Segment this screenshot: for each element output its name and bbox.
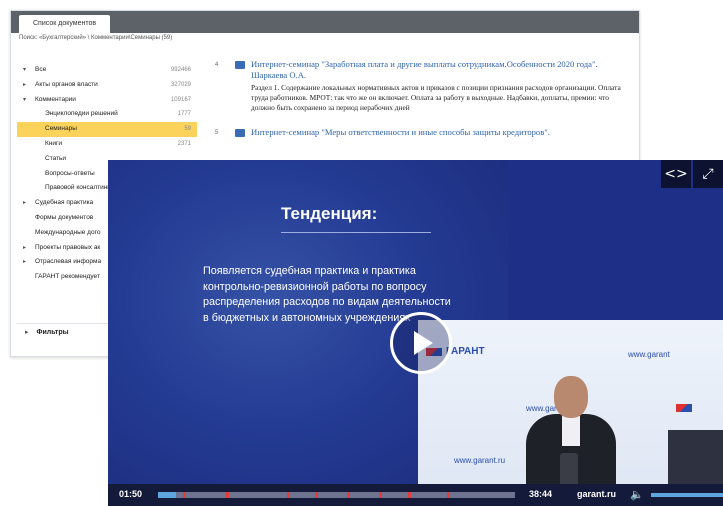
breadcrumb: Поиск: «Бухгалтерский» \ Комментарии\Сем… [19,35,173,41]
tree-item-label: ГАРАНТ рекомендует [35,273,100,281]
garant-logo-icon [676,404,692,412]
speaker-icon[interactable]: 🔈 [630,488,644,501]
tree-item-label: Акты органов власти [35,80,98,88]
code-icon[interactable]: <> [661,160,691,188]
expand-icon[interactable]: ⤢ [693,160,723,188]
player-top-controls: <> ⤢ [659,160,723,188]
chevron-right-icon: ▸ [23,244,27,251]
tree-item-label: Все [35,66,47,73]
chapter-marker[interactable] [347,492,351,498]
tree-item-count: 327029 [170,81,191,88]
tree-item-label: Статьи [45,154,67,162]
video-player[interactable]: Тенденция: Появляется судебная практика … [108,160,723,506]
result-title-link[interactable]: Интернет-семинар "Заработная плата и дру… [251,59,632,81]
tree-item[interactable]: ▾ Комментарии 109167 [17,93,197,108]
chapter-marker[interactable] [315,492,319,498]
chapter-marker[interactable] [182,492,186,498]
studio-url-bottom: www.garant.ru [454,456,506,465]
results-list: 4 Интернет-семинар "Заработная плата и др… [207,59,632,152]
chapter-marker[interactable] [225,492,229,498]
window-tab-bar: Список документов [11,11,639,33]
tree-item-count: 992466 [170,67,191,73]
studio-monitor [668,430,723,492]
chapter-marker[interactable] [379,492,383,498]
tree-item[interactable]: Энциклопедии решений 1777 [17,107,197,122]
slide-heading: Тенденция: [281,204,378,223]
tree-item-label: Отраслевая информа [35,258,102,266]
tree-item[interactable]: Книги 2371 [17,137,197,152]
tree-item-count: 109167 [170,96,191,103]
tree-item-label: Судебная практика [35,199,94,207]
result-item: 4 Интернет-семинар "Заработная плата и др… [207,59,632,113]
chapter-marker[interactable] [447,492,451,498]
tree-item-label: Энциклопедии решений [45,110,118,118]
tree-item-label: Книги [45,139,63,147]
tree-item-count: 59 [184,126,191,133]
tree-item[interactable]: Семинары 59 [17,122,197,137]
progress-bar[interactable] [158,492,515,498]
filters-label: Фильтры [36,329,69,336]
tree-item-label: Вопросы-ответы [45,169,95,177]
tab-document-list[interactable]: Список документов [19,15,111,33]
chevron-right-icon: ▸ [23,259,27,266]
tree-item[interactable]: ▸ Акты органов власти 327029 [17,78,197,93]
tree-item-count: 2371 [177,140,191,147]
result-item: 5 Интернет-семинар "Меры ответственности … [207,127,632,138]
tree-item-label: Международные дого [35,228,101,236]
volume-slider[interactable] [651,493,723,497]
result-number: 4 [215,62,219,68]
tree-item-label: Проекты правовых ак [35,243,101,251]
tree-item-count: 1777 [177,111,191,118]
document-icon [235,61,245,69]
chevron-down-icon: ▾ [23,67,27,73]
tree-item-label: Комментарии [35,95,76,103]
result-title-link[interactable]: Интернет-семинар "Меры ответственности и… [251,127,632,138]
progress-played [158,492,176,498]
tree-item-label: Семинары [45,125,77,133]
result-number: 5 [215,130,219,136]
player-control-bar: 01:50 38:44 garant.ru 🔈 [108,484,723,506]
duration: 38:44 [529,489,553,499]
document-icon [235,129,245,137]
brand-label[interactable]: garant.ru [577,489,616,499]
studio-logo: ГАРАНТ [446,346,485,357]
tree-item-label: Правовой консалтинг [45,184,110,192]
play-icon[interactable] [390,312,452,374]
chapter-marker[interactable] [407,492,411,498]
current-time: 01:50 [119,489,143,499]
chevron-down-icon: ▾ [23,96,27,103]
chevron-right-icon: ▸ [25,329,29,336]
chapter-marker[interactable] [286,492,290,498]
tree-item-label: Формы документов [35,213,94,221]
result-snippet: Раздел 1. Содержание локальных нормативн… [251,83,621,112]
chevron-right-icon: ▸ [23,200,27,207]
tree-item[interactable]: ▾ Все 992466 [17,63,197,78]
chevron-right-icon: ▸ [23,81,27,88]
studio-url-top: www.garant [628,350,670,359]
slide-divider [281,232,431,233]
